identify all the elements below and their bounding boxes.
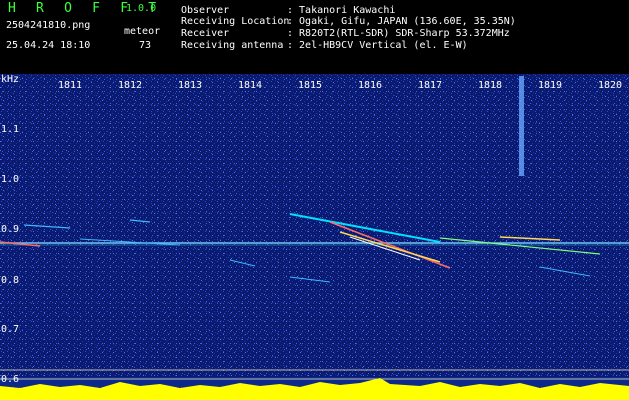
observer-value: : Takanori Kawachi [287, 5, 396, 16]
x-tick-label: 1815 [298, 80, 323, 91]
x-tick-label: 1820 [598, 80, 623, 91]
y-tick-label: 1.0 [1, 174, 20, 185]
detection-label: meteor [124, 26, 161, 37]
receiver-label: Receiver [181, 28, 230, 39]
receiver-value: : R820T2(RTL-SDR) SDR-Sharp 53.372MHz [287, 28, 510, 39]
antenna-value: : 2el-HB9CV Vertical (el. E-W) [287, 40, 468, 51]
spectrogram-noise [0, 74, 629, 400]
y-tick-label: 1.1 [1, 124, 20, 135]
y-tick-label: 0.8 [1, 275, 20, 286]
y-tick-label: 0.7 [1, 324, 20, 335]
x-tick-label: 1814 [238, 80, 263, 91]
x-tick-label: 1812 [118, 80, 143, 91]
timestamp: 25.04.24 18:10 [6, 40, 91, 51]
y-tick-label: 0.9 [1, 224, 20, 235]
x-tick-label: 1811 [58, 80, 83, 91]
spectrogram [0, 74, 629, 400]
x-tick-label: 1816 [358, 80, 383, 91]
y-tick-label: 0.6 [1, 374, 20, 385]
y-axis-unit: kHz [1, 74, 20, 85]
hrofft-window: H R O F F T 1.0.0 2504241810.png 25.04.2… [0, 0, 629, 400]
observer-label: Observer [181, 5, 230, 16]
location-label: Receiving Location [181, 16, 290, 27]
x-tick-label: 1818 [478, 80, 503, 91]
location-value: : Ogaki, Gifu, JAPAN (136.60E, 35.35N) [287, 16, 516, 27]
app-version: 1.0.0 [126, 3, 157, 14]
meteor-head-streak [519, 76, 524, 176]
detection-count: 73 [139, 40, 152, 51]
x-tick-label: 1817 [418, 80, 443, 91]
x-tick-label: 1813 [178, 80, 203, 91]
antenna-label: Receiving antenna [181, 40, 284, 51]
file-name: 2504241810.png [6, 20, 91, 31]
x-tick-label: 1819 [538, 80, 563, 91]
